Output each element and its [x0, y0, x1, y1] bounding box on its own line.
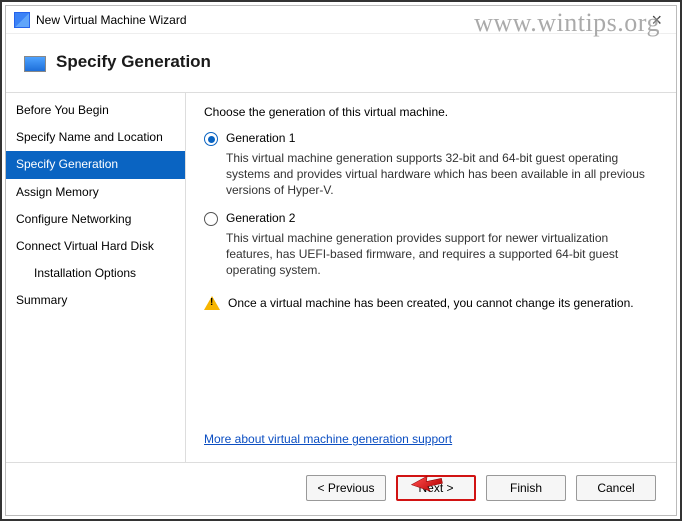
more-info-link[interactable]: More about virtual machine generation su…	[204, 432, 452, 446]
sidebar-step[interactable]: Specify Generation	[6, 151, 185, 178]
option-label: Generation 1	[226, 131, 295, 145]
app-icon	[14, 12, 30, 28]
radio-icon	[204, 132, 218, 146]
close-icon[interactable]: ×	[645, 11, 668, 29]
titlebar: New Virtual Machine Wizard ×	[6, 6, 676, 34]
option-desc-1: This virtual machine generation supports…	[226, 150, 658, 199]
radio-generation-1[interactable]: Generation 1	[204, 131, 658, 146]
sidebar-step[interactable]: Summary	[6, 287, 185, 314]
radio-generation-2[interactable]: Generation 2	[204, 211, 658, 226]
finish-button[interactable]: Finish	[486, 475, 566, 501]
option-label: Generation 2	[226, 211, 295, 225]
window-title: New Virtual Machine Wizard	[36, 13, 645, 27]
sidebar-step[interactable]: Connect Virtual Hard Disk	[6, 233, 185, 260]
header-icon	[24, 56, 46, 72]
warning-row: Once a virtual machine has been created,…	[204, 296, 658, 310]
wizard-dialog: New Virtual Machine Wizard × Specify Gen…	[5, 5, 677, 516]
main-panel: Choose the generation of this virtual ma…	[186, 93, 676, 462]
warning-text: Once a virtual machine has been created,…	[228, 296, 634, 310]
sidebar-step[interactable]: Installation Options	[6, 260, 185, 287]
sidebar-step[interactable]: Specify Name and Location	[6, 124, 185, 151]
steps-sidebar: Before You BeginSpecify Name and Locatio…	[6, 93, 186, 462]
radio-icon	[204, 212, 218, 226]
intro-text: Choose the generation of this virtual ma…	[204, 105, 658, 119]
wizard-footer: < Previous Next > Finish Cancel	[6, 462, 676, 512]
warning-icon	[204, 296, 220, 310]
option-desc-2: This virtual machine generation provides…	[226, 230, 658, 279]
next-button[interactable]: Next >	[396, 475, 476, 501]
previous-button[interactable]: < Previous	[306, 475, 386, 501]
sidebar-step[interactable]: Before You Begin	[6, 97, 185, 124]
sidebar-step[interactable]: Configure Networking	[6, 206, 185, 233]
wizard-header: Specify Generation	[6, 34, 676, 92]
page-title: Specify Generation	[56, 52, 666, 72]
cancel-button[interactable]: Cancel	[576, 475, 656, 501]
sidebar-step[interactable]: Assign Memory	[6, 179, 185, 206]
